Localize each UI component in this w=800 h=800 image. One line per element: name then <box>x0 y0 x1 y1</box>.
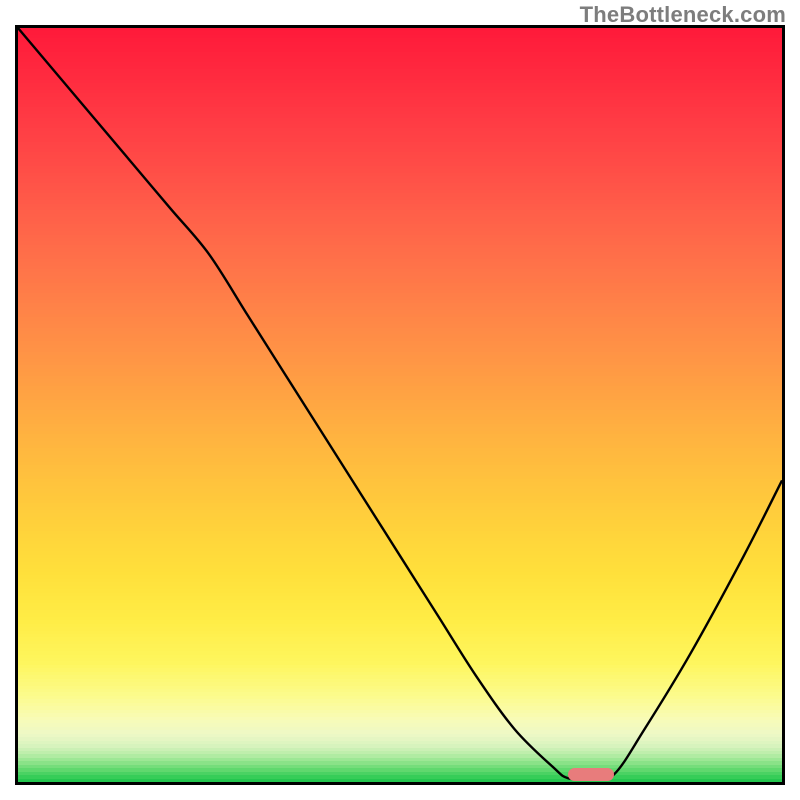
curve-path <box>18 28 782 779</box>
plot-frame <box>15 25 785 785</box>
chart-stage: TheBottleneck.com <box>0 0 800 800</box>
optimal-region-marker <box>568 768 614 780</box>
bottleneck-curve <box>18 28 782 782</box>
heat-row <box>18 782 782 785</box>
